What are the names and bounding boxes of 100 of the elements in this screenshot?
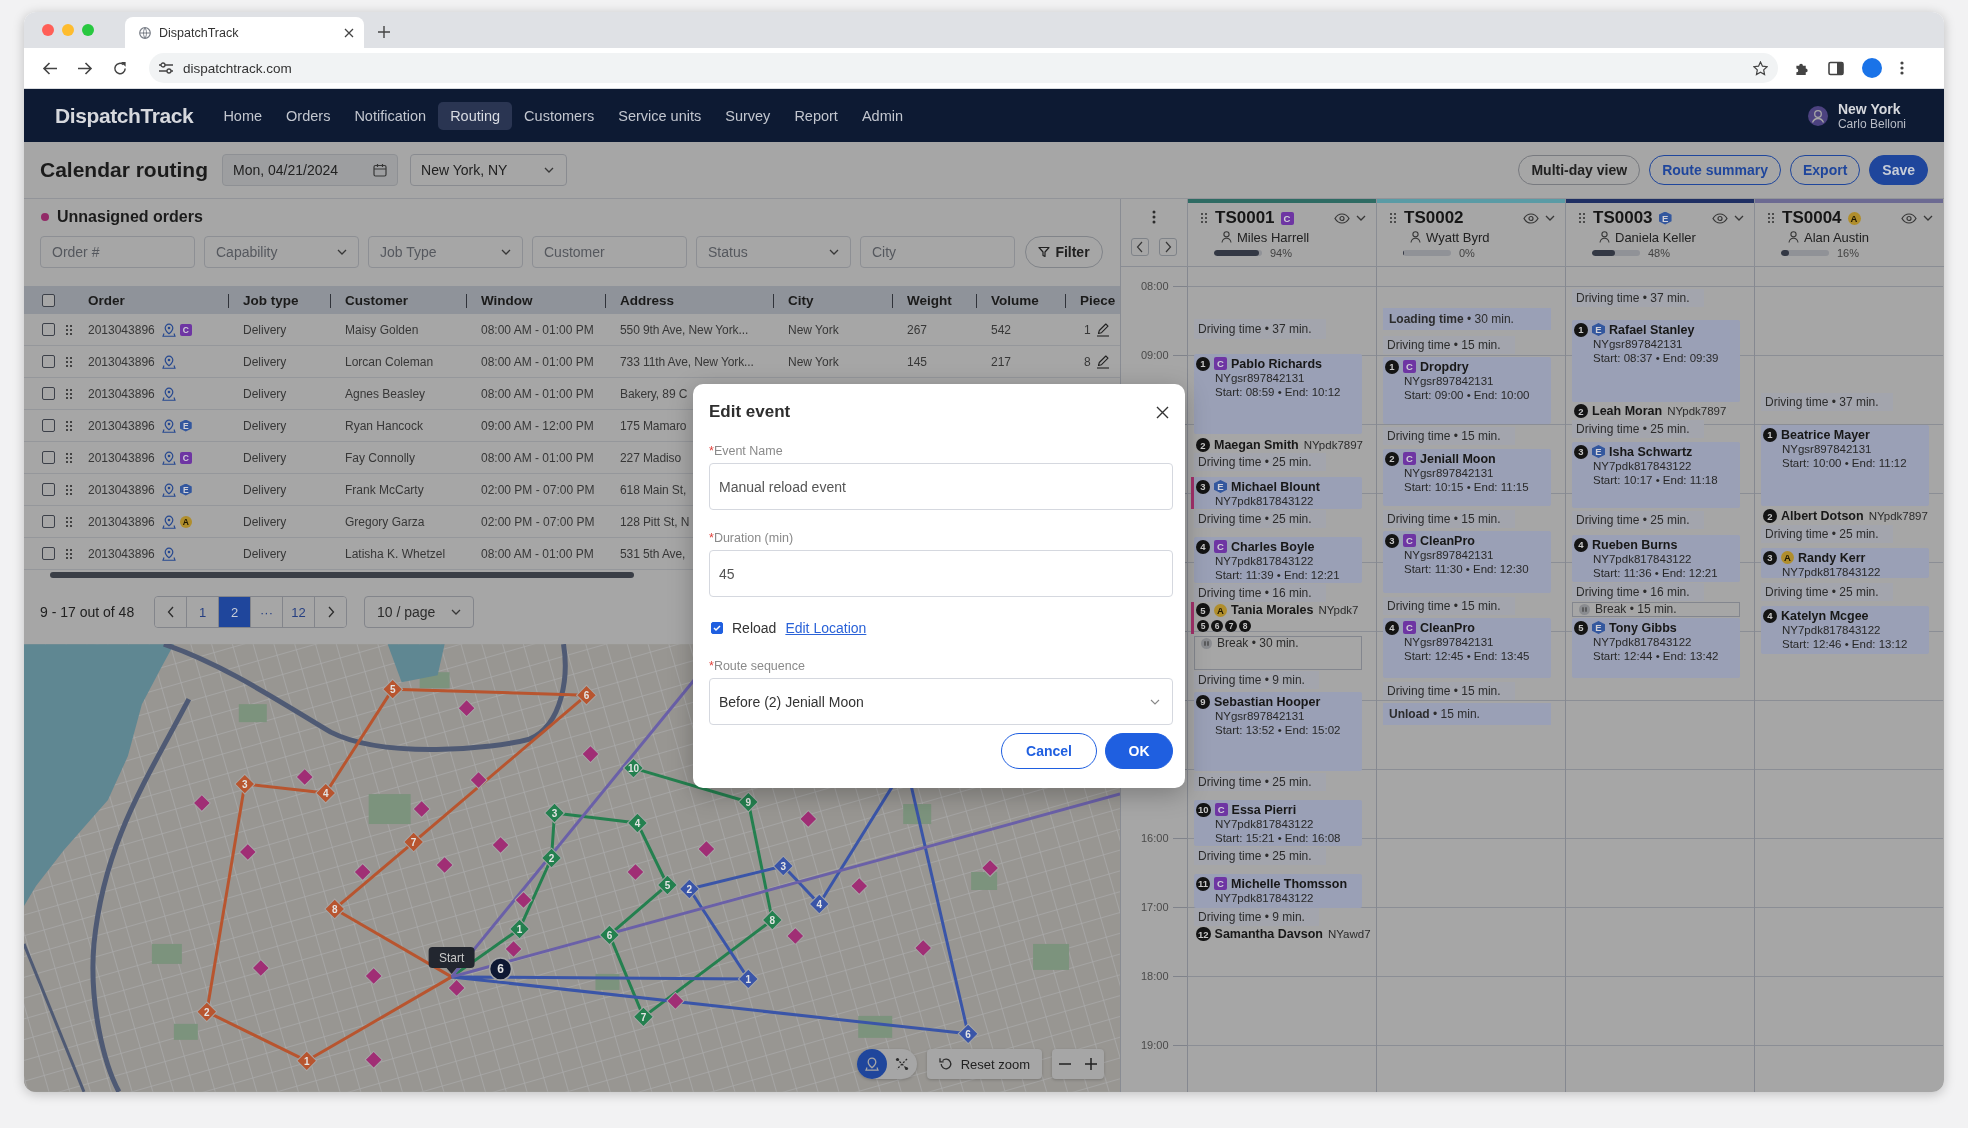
edit-location-link[interactable]: Edit Location [785,620,867,636]
diamond-marker-icon[interactable] [192,794,211,813]
drag-handle-icon[interactable] [1390,213,1396,223]
row-checkbox[interactable] [42,515,55,528]
diamond-marker-icon[interactable] [799,810,818,828]
chevron-down-icon[interactable] [1356,215,1366,221]
plus-icon[interactable] [378,26,390,38]
route-stop-marker[interactable]: 5 [382,678,404,700]
map-pin-icon[interactable] [161,546,176,561]
nav-item[interactable]: Orders [274,101,343,130]
sequence-badge[interactable]: 6 [1211,620,1223,632]
filter-button[interactable]: Filter [1025,236,1103,268]
star-icon[interactable] [1753,60,1768,76]
drag-handle-icon[interactable] [66,324,72,335]
diamond-marker-icon[interactable] [364,966,383,985]
route-stop-marker[interactable]: 2 [679,878,700,900]
diamond-marker-icon[interactable] [581,745,600,764]
row-checkbox[interactable] [42,323,55,336]
diamond-marker-icon[interactable] [435,856,454,874]
eye-icon[interactable] [1523,212,1539,224]
stop-card[interactable]: 1 Beatrice Mayer NYgsr897842131 Start: 10:00 • End: 11:12 [1761,425,1929,506]
diamond-marker-icon[interactable] [447,978,466,997]
previous-day-button[interactable] [1131,238,1149,256]
route-stop-marker[interactable]: 4 [808,893,830,915]
stop-name[interactable]: Maegan Smith [1214,438,1299,452]
eye-icon[interactable] [1334,212,1350,224]
eye-icon[interactable] [1712,212,1728,224]
stop-card[interactable]: 3 E Isha Schwartz NY7pdk817843122 Start: 10:17 • End: 11:18 [1572,442,1740,508]
map-pin-icon[interactable] [161,322,176,337]
route-stop-marker[interactable]: 6 [576,684,597,706]
close-window-button[interactable] [42,24,54,36]
stop-name[interactable]: Samantha Davson [1214,927,1323,941]
route-stop-marker[interactable]: 7 [633,1006,654,1028]
diamond-marker-icon[interactable] [981,859,1000,877]
nav-item[interactable]: Notification [342,101,439,130]
sequence-badge[interactable]: 5 [1197,620,1209,632]
route-stop-marker[interactable]: 1 [509,918,530,940]
reload-icon[interactable] [112,60,128,76]
stop-card[interactable]: 10 C Essa Pierri NY7pdk817843122 Start: 15:21 • End: 16:08 [1194,800,1362,846]
eye-icon[interactable] [1901,212,1917,224]
map-pin-icon[interactable] [161,386,176,401]
route-stop-marker[interactable]: 2 [196,1001,218,1023]
route-stop-marker[interactable]: 7 [403,831,425,853]
route-stop-marker[interactable]: 4 [315,782,337,804]
activity-block[interactable]: Loading time • 30 min. [1383,308,1551,330]
route-stop-marker[interactable]: 10 [623,757,644,779]
route-stop-marker[interactable]: 3 [234,773,256,795]
route-stop-marker[interactable]: 8 [761,909,783,931]
stop-name[interactable]: Tania Morales [1231,603,1314,617]
break-block[interactable]: Break • 30 min. [1194,636,1362,670]
stop-card[interactable]: 3 A Randy Kerr NY7pdk817843122 [1761,548,1929,578]
diamond-marker-icon[interactable] [850,877,869,895]
nav-item[interactable]: Routing [438,101,513,130]
route-stop-marker[interactable]: 1 [737,968,759,990]
route-stop-marker[interactable]: 4 [627,812,648,834]
stop-name[interactable]: Albert Dotson [1781,509,1864,523]
stop-card[interactable]: 1 E Rafael Stanley NYgsr897842131 Start: 08:37 • End: 09:39 [1572,320,1740,402]
nav-item[interactable]: Survey [713,101,783,130]
page-button[interactable]: 2 [219,597,251,627]
filter-field[interactable]: City [860,236,1015,268]
diamond-marker-icon[interactable] [504,939,523,958]
row-checkbox[interactable] [42,419,55,432]
drag-handle-icon[interactable] [66,356,72,367]
address-bar[interactable]: dispatchtrack.com [149,53,1778,83]
header-button[interactable]: Route summary [1649,155,1781,185]
text-field[interactable]: 45 [709,550,1173,597]
drag-handle-icon[interactable] [66,388,72,399]
sequence-badge[interactable]: 8 [1239,620,1251,632]
header-button[interactable]: Multi-day view [1518,155,1641,185]
header-button[interactable]: Export [1789,155,1861,185]
side-panel-icon[interactable] [1828,60,1844,76]
map-pin-icon[interactable] [161,514,176,529]
drag-handle-icon[interactable] [66,516,72,527]
close-icon[interactable] [344,27,354,38]
date-picker[interactable]: Mon, 04/21/2024 [222,154,398,186]
close-icon[interactable] [1156,405,1169,419]
chevron-down-icon[interactable] [1923,215,1933,221]
avatar-icon[interactable] [1807,105,1828,126]
map-pin-icon[interactable] [161,354,176,369]
stop-card[interactable]: 4 C CleanPro NYgsr897842131 Start: 12:45 • End: 13:45 [1383,618,1551,678]
select-all-checkbox[interactable] [42,293,55,307]
drag-handle-icon[interactable] [66,548,72,559]
diamond-marker-icon[interactable] [364,1050,383,1069]
forward-arrow-icon[interactable] [77,60,93,76]
diamond-marker-icon[interactable] [457,699,476,718]
row-checkbox[interactable] [42,355,55,368]
filter-field[interactable]: Order # [40,236,195,268]
diamond-marker-icon[interactable] [238,843,257,861]
more-icon[interactable] [1152,210,1156,224]
diamond-marker-icon[interactable] [353,863,372,881]
edit-icon[interactable] [1095,322,1110,337]
dialog-button[interactable]: OK [1105,733,1173,769]
drag-handle-icon[interactable] [1579,213,1585,223]
tune-icon[interactable] [159,61,173,75]
stop-card[interactable]: 4 Rueben Burns NY7pdk817843122 Start: 11:36 • End: 12:21 [1572,535,1740,582]
next-day-button[interactable] [1159,238,1177,256]
text-field[interactable]: Manual reload event [709,463,1173,510]
logo[interactable]: DispatchTrack [55,103,194,128]
diamond-marker-icon[interactable] [666,991,685,1010]
nav-item[interactable]: Report [782,101,850,130]
